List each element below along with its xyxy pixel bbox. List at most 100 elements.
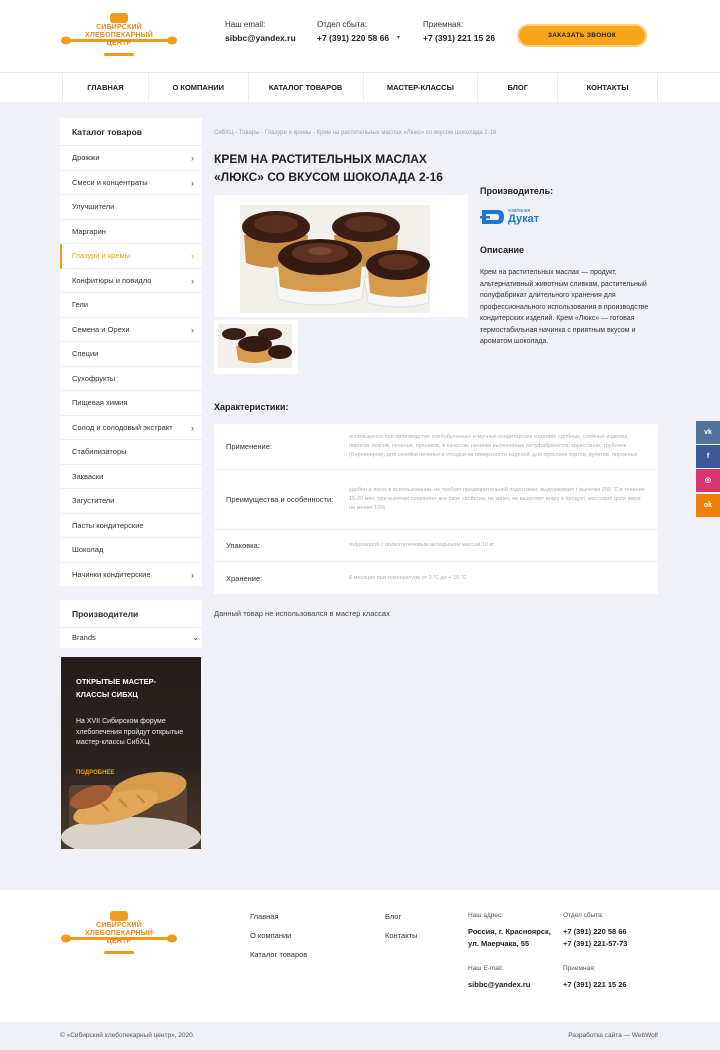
footer-email[interactable]: sibbc@yandex.ru — [468, 979, 530, 991]
promo-more-link[interactable]: Подробнее — [76, 770, 114, 776]
email-label: Наш email: — [225, 20, 266, 29]
table-row: Хранение: 6 месяцев при температуре от 0… — [214, 562, 658, 594]
sidebar-item-label: Начинки кондитерские — [72, 569, 151, 579]
sidebar-item[interactable]: Улучшители — [60, 195, 202, 220]
manufacturers-title: Производители — [60, 600, 202, 628]
nav-item-contacts[interactable]: Контакты — [558, 73, 658, 103]
footer-sales-phones[interactable]: +7 (391) 220 58 66 +7 (391) 221-57-73 — [563, 926, 627, 950]
nav-item-catalog[interactable]: Каталог товаров — [249, 73, 364, 103]
nav-item-masterclasses[interactable]: Мастер-классы — [364, 73, 479, 103]
sidebar-item[interactable]: Пищевая химия — [60, 391, 202, 416]
vk-icon[interactable]: vk — [696, 421, 720, 444]
product-main-image[interactable] — [214, 195, 468, 317]
brand-name-text: Дукат — [508, 213, 540, 225]
sidebar-item-label: Маргарин — [72, 226, 106, 236]
table-row: Преимущества и особенности: удобен и лег… — [214, 470, 658, 530]
sales-phone[interactable]: +7 (391) 220 58 66 — [317, 33, 389, 43]
sidebar-item-label: Дрожжи — [72, 153, 100, 162]
chevron-down-icon: ⌄ — [192, 633, 199, 642]
brands-select[interactable]: Brands ⌄ — [60, 628, 202, 648]
nav-item-home[interactable]: Главная — [63, 73, 149, 103]
sidebar-item-label: Конфитюры и повидло — [72, 275, 152, 285]
chevron-right-icon: › — [191, 177, 194, 188]
logo-text: СИБИРСКИЙ ХЛЕБОПЕКАРНЫЙ ЦЕНТР — [85, 24, 153, 47]
footer-link-contacts[interactable]: Контакты — [385, 931, 417, 940]
footer-email-label: Наш E-mail: — [468, 965, 504, 972]
odnoklassniki-icon[interactable]: ok — [696, 494, 720, 517]
footer-link-home[interactable]: Главная — [250, 912, 279, 921]
chevron-right-icon: › — [191, 324, 194, 335]
sidebar-item[interactable]: Гели — [60, 293, 202, 318]
reception-phone[interactable]: +7 (391) 221 15 26 — [423, 33, 495, 43]
footer-reception-phone[interactable]: +7 (391) 221 15 26 — [563, 979, 627, 991]
footer-link-about[interactable]: О компании — [250, 931, 291, 940]
sidebar-item-label: Закваски — [72, 471, 104, 481]
nav-item-blog[interactable]: Блог — [478, 73, 559, 103]
main-nav: Главная О компании Каталог товаров Масте… — [0, 72, 720, 103]
sidebar-item-label: Глазури и кремы — [72, 251, 131, 260]
breadcrumb[interactable]: СибХЦ - Товары - Глазури и кремы - Крем … — [214, 130, 496, 136]
footer-link-catalog[interactable]: Каталог товаров — [250, 950, 307, 959]
table-row: Упаковка: гофрокороб с полиэтиленовым вк… — [214, 530, 658, 562]
sidebar-item-label: Загустители — [72, 496, 115, 505]
brands-select-value: Brands — [72, 633, 96, 642]
sidebar-item[interactable]: Пасты кондитерские — [60, 514, 202, 538]
promo-text: На XVII Сибирском форуме хлебопечения пр… — [76, 718, 184, 746]
nav-item-about[interactable]: О компании — [149, 73, 249, 103]
product-description: Крем на растительных маслах — продукт, а… — [480, 269, 649, 345]
facebook-icon[interactable]: f — [696, 445, 720, 468]
reception-label: Приемная: — [423, 20, 464, 29]
header-sales: Отдел сбыта: +7 (391) 220 58 66 — [317, 20, 389, 43]
header: СИБИРСКИЙ ХЛЕБОПЕКАРНЫЙ ЦЕНТР Наш email:… — [0, 0, 720, 72]
site-logo[interactable]: СИБИРСКИЙ ХЛЕБОПЕКАРНЫЙ ЦЕНТР — [60, 12, 178, 60]
footer-address: Россия, г. Красноярск, ул. Маерчака, 55 — [468, 927, 551, 948]
manufacturers-filter: Производители Brands ⌄ — [60, 600, 202, 648]
characteristic-value: используется при производстве хлебобулоч… — [349, 434, 638, 458]
sidebar-item[interactable]: Дрожжи › — [60, 146, 202, 171]
characteristic-key: Преимущества и особенности: — [226, 495, 334, 504]
characteristic-key: Упаковка: — [226, 541, 260, 550]
characteristic-value: удобен и легок в использовании, не требу… — [349, 487, 645, 511]
page-title: Крем на растительных маслах «Люкс» со вк… — [214, 152, 443, 184]
sidebar-item[interactable]: Начинки кондитерские › — [60, 563, 202, 587]
developer-link[interactable]: Разработка сайта — WebWolf — [568, 1032, 658, 1039]
manufacturer-label: Производитель: — [480, 186, 554, 196]
sidebar-item[interactable]: Солод и солодовый экстракт › — [60, 416, 202, 440]
sidebar-item[interactable]: Семена и Орехи › — [60, 318, 202, 342]
chevron-right-icon: › — [191, 153, 194, 163]
footer-bottom: © «Сибирский хлебопекарный центр», 2020.… — [0, 1022, 720, 1050]
chevron-right-icon: › — [191, 251, 194, 261]
sidebar-item-label: Сухофрукты — [72, 373, 116, 383]
sidebar-item[interactable]: Закваски — [60, 465, 202, 489]
product-thumbnail[interactable] — [214, 320, 298, 374]
footer: СИБИРСКИЙ ХЛЕБОПЕКАРНЫЙ ЦЕНТР Главная О … — [0, 890, 720, 1022]
sidebar-item-label: Шоколад — [72, 545, 104, 554]
sidebar-item[interactable]: Загустители — [60, 489, 202, 514]
footer-reception-label: Приемная: — [563, 965, 596, 972]
sidebar-item[interactable]: Маргарин — [60, 220, 202, 244]
footer-link-blog[interactable]: Блог — [385, 912, 401, 921]
sidebar-item[interactable]: Шоколад — [60, 538, 202, 563]
sidebar-item[interactable]: Конфитюры и повидло › — [60, 269, 202, 293]
sidebar-item[interactable]: Смеси и концентраты › — [60, 171, 202, 195]
characteristic-value: 6 месяцев при температуре от 0 ˚С до + 1… — [349, 574, 467, 581]
footer-logo[interactable]: СИБИРСКИЙ ХЛЕБОПЕКАРНЫЙ ЦЕНТР — [60, 910, 178, 958]
email-link[interactable]: sibbc@yandex.ru — [225, 33, 296, 43]
characteristic-key: Хранение: — [226, 573, 263, 583]
instagram-icon[interactable]: ◎ — [696, 469, 720, 492]
sidebar-item[interactable]: Стабилизаторы — [60, 440, 202, 465]
footer-sales-label: Отдел сбыта: — [563, 912, 604, 919]
sidebar-item[interactable]: Специи — [60, 342, 202, 367]
promo-banner[interactable]: Открытые мастер-классы СибХЦ На XVII Сиб… — [61, 657, 201, 849]
chevron-right-icon: › — [191, 422, 194, 433]
footer-address-label: Наш адрес: — [468, 912, 504, 919]
sidebar-item-label: Специи — [72, 349, 99, 358]
sidebar-item[interactable]: Глазури и кремы › — [60, 244, 202, 269]
brand-logo[interactable]: компания Дукат — [480, 206, 550, 228]
phones-dropdown-icon[interactable]: ▾ — [397, 34, 400, 41]
sidebar-item[interactable]: Сухофрукты — [60, 367, 202, 391]
characteristic-value: гофрокороб с полиэтиленовым вкладышем ма… — [349, 542, 495, 548]
order-call-button[interactable]: Заказать звонок — [517, 24, 647, 47]
characteristics-table: Применение: используется при производств… — [214, 424, 658, 594]
characteristic-key: Применение: — [226, 442, 272, 451]
